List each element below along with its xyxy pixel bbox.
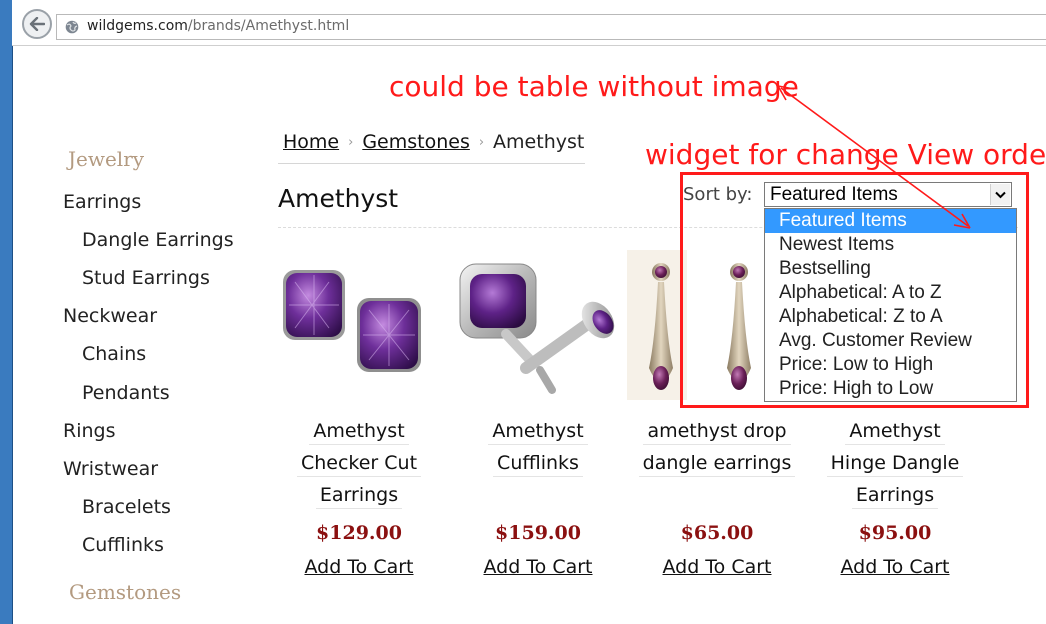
breadcrumb-current: Amethyst — [493, 131, 585, 153]
product-name-line: Cufflinks — [493, 450, 583, 477]
product-name-line: Amethyst — [309, 418, 409, 445]
sidebar-item-earrings[interactable]: Earrings — [63, 191, 141, 213]
add-to-cart-link[interactable]: Add To Cart — [269, 556, 449, 578]
product-name-line: Amethyst — [845, 418, 945, 445]
window-edge — [0, 0, 13, 624]
breadcrumb-divider — [278, 163, 585, 164]
annotation-highlight-box — [680, 172, 1029, 408]
annotation-table-note: could be table without image — [389, 70, 799, 103]
breadcrumb-gemstones-link[interactable]: Gemstones — [362, 131, 470, 153]
sidebar-heading-gemstones[interactable]: Gemstones — [69, 580, 181, 604]
address-bar[interactable]: wildgems.com/brands/Amethyst.html — [56, 14, 1046, 40]
product-name[interactable]: Amethyst Hinge Dangle Earrings — [805, 418, 985, 514]
sidebar-item-wristwear[interactable]: Wristwear — [63, 458, 158, 480]
product-price: $129.00 — [316, 522, 402, 544]
product-name-line: Earrings — [315, 482, 403, 509]
globe-icon — [65, 20, 79, 34]
add-to-cart-link[interactable]: Add To Cart — [627, 556, 807, 578]
annotation-widget-note: widget for change View order — [645, 138, 1046, 171]
sidebar-item-cufflinks[interactable]: Cufflinks — [82, 534, 164, 556]
product-price: $65.00 — [680, 522, 754, 544]
sidebar-item-chains[interactable]: Chains — [82, 343, 146, 365]
breadcrumb-separator: › — [478, 135, 485, 150]
sidebar-item-dangle-earrings[interactable]: Dangle Earrings — [82, 229, 234, 251]
sidebar-item-stud-earrings[interactable]: Stud Earrings — [82, 267, 210, 289]
product-image-cufflinks[interactable] — [448, 250, 628, 400]
product-name-line: Amethyst — [488, 418, 588, 445]
product-name[interactable]: amethyst drop dangle earrings — [627, 418, 807, 482]
sidebar-item-bracelets[interactable]: Bracelets — [82, 496, 171, 518]
product-name[interactable]: Amethyst Checker Cut Earrings — [269, 418, 449, 514]
sidebar-item-neckwear[interactable]: Neckwear — [63, 305, 157, 327]
breadcrumb-separator: › — [348, 135, 354, 150]
product-name-line: dangle earrings — [638, 450, 796, 477]
sidebar-item-pendants[interactable]: Pendants — [82, 382, 170, 404]
product-name[interactable]: Amethyst Cufflinks — [448, 418, 628, 482]
product-price: $159.00 — [495, 522, 581, 544]
url-domain: wildgems.com — [87, 18, 188, 34]
sidebar-heading-jewelry[interactable]: Jewelry — [68, 147, 144, 171]
add-to-cart-link[interactable]: Add To Cart — [448, 556, 628, 578]
product-name-line: Earrings — [851, 482, 939, 509]
product-name-line: Checker Cut — [296, 450, 422, 477]
url-text: wildgems.com/brands/Amethyst.html — [87, 18, 349, 34]
back-arrow-icon — [29, 17, 45, 31]
back-button[interactable] — [22, 9, 52, 39]
product-image-checker-cut-earrings[interactable] — [269, 250, 449, 400]
product-name-line: Hinge Dangle — [826, 450, 964, 477]
product-price: $95.00 — [858, 522, 932, 544]
url-path: /brands/Amethyst.html — [187, 18, 350, 34]
product-name-line: amethyst drop — [643, 418, 791, 445]
breadcrumb: Home › Gemstones › Amethyst — [283, 131, 584, 153]
add-to-cart-link[interactable]: Add To Cart — [805, 556, 985, 578]
sidebar-item-rings[interactable]: Rings — [63, 420, 115, 442]
page-title: Amethyst — [278, 184, 399, 213]
breadcrumb-home-link[interactable]: Home — [283, 131, 339, 153]
